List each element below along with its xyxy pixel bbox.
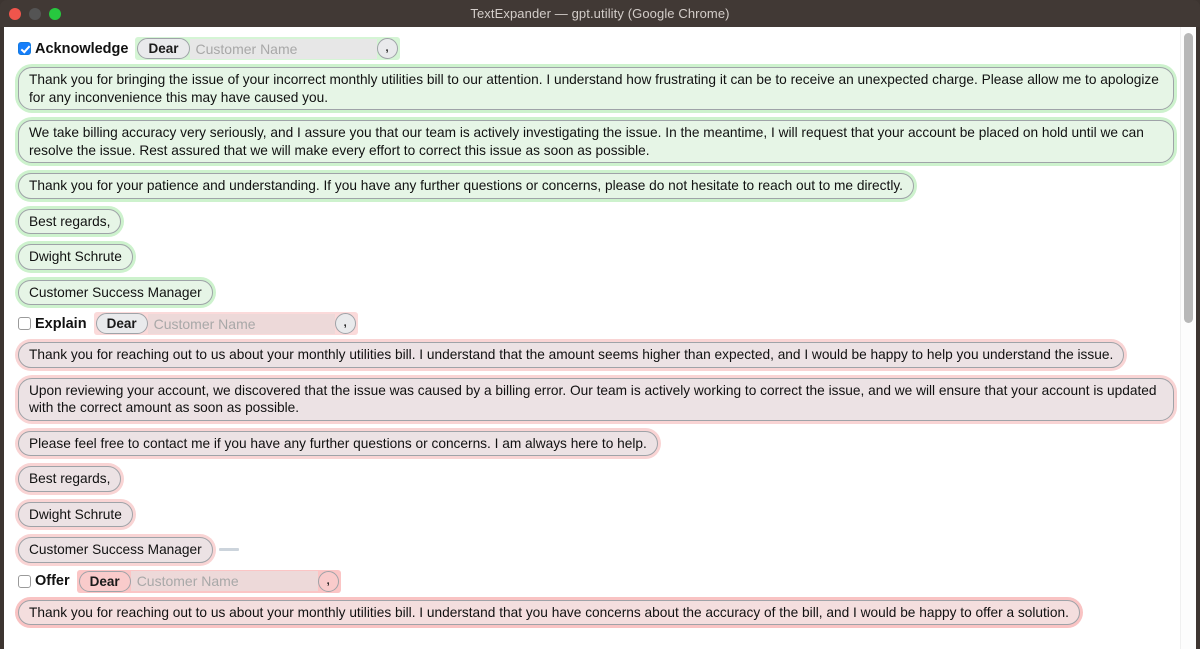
snippet-label-offer: Offer — [35, 573, 70, 589]
salutation-row-offer: Dear Customer Name, — [76, 569, 341, 593]
customer-name-input-offer[interactable]: Customer Name — [130, 571, 318, 591]
vertical-scrollbar[interactable] — [1180, 27, 1196, 649]
paragraph-row: Customer Success Manager — [4, 275, 1196, 311]
punctuation-pill-acknowledge[interactable]: , — [376, 38, 398, 59]
window-controls[interactable] — [9, 0, 61, 27]
scrollbar-thumb[interactable] — [1184, 33, 1193, 323]
customer-name-input-explain[interactable]: Customer Name — [147, 313, 335, 334]
document-viewport: Acknowledge Dear Customer Name, Thank you f… — [4, 27, 1196, 649]
snippet-header-offer: Offer Dear Customer Name, — [4, 568, 1196, 595]
paragraph-row: Dwight Schrute — [4, 239, 1196, 275]
maximize-window-button[interactable] — [49, 7, 61, 20]
snippet-paragraph[interactable]: Customer Success Manager — [18, 279, 213, 305]
snippet-paragraph[interactable]: Thank you for reaching out to us about y… — [18, 599, 1080, 625]
salutation-row-explain: Dear Customer Name, — [93, 312, 358, 335]
app-window: TextExpander — gpt.utility (Google Chrom… — [0, 0, 1200, 649]
checkbox-offer[interactable] — [18, 574, 31, 588]
separator-dash — [218, 548, 239, 552]
greeting-pill-offer[interactable]: Dear — [78, 570, 131, 592]
snippet-label-acknowledge: Acknowledge — [35, 40, 129, 57]
snippet-paragraph[interactable]: Dwight Schrute — [18, 501, 133, 527]
snippet-paragraph[interactable]: Thank you for reaching out to us about y… — [18, 342, 1125, 368]
paragraph-row: Upon reviewing your account, we discover… — [4, 373, 1196, 426]
paragraph-row: Please feel free to contact me if you ha… — [4, 426, 1196, 462]
checkbox-explain[interactable] — [18, 317, 31, 330]
minimize-window-button[interactable] — [29, 7, 41, 20]
snippet-paragraph[interactable]: Thank you for your patience and understa… — [18, 173, 914, 199]
paragraph-row: Thank you for reaching out to us about y… — [4, 337, 1196, 373]
paragraph-row: Thank you for reaching out to us about y… — [4, 595, 1196, 631]
snippet-header-acknowledge: Acknowledge Dear Customer Name, — [4, 35, 1196, 62]
paragraph-row: Dwight Schrute — [4, 497, 1196, 533]
paragraph-row: Thank you for bringing the issue of your… — [4, 62, 1196, 115]
checkbox-acknowledge[interactable] — [18, 42, 31, 55]
snippet-paragraph[interactable]: Dwight Schrute — [18, 244, 133, 270]
paragraph-row: Customer Success Manager — [4, 532, 1196, 568]
snippet-paragraph[interactable]: Thank you for bringing the issue of your… — [18, 67, 1174, 110]
paragraph-row: Best regards, — [4, 204, 1196, 240]
snippet-header-explain: Explain Dear Customer Name, — [4, 310, 1196, 337]
greeting-pill-acknowledge[interactable]: Dear — [137, 38, 190, 59]
paragraph-row: Thank you for your patience and understa… — [4, 168, 1196, 204]
customer-name-input-acknowledge[interactable]: Customer Name — [189, 38, 377, 59]
paragraph-row: Best regards, — [4, 461, 1196, 497]
window-title: TextExpander — gpt.utility (Google Chrom… — [470, 6, 730, 21]
punctuation-pill-explain[interactable]: , — [334, 313, 356, 334]
paragraph-row: We take billing accuracy very seriously,… — [4, 115, 1196, 168]
snippet-paragraph[interactable]: Best regards, — [18, 208, 122, 234]
greeting-pill-explain[interactable]: Dear — [95, 313, 148, 334]
snippet-paragraph[interactable]: Upon reviewing your account, we discover… — [18, 377, 1174, 421]
punctuation-pill-offer[interactable]: , — [317, 570, 339, 592]
salutation-row-acknowledge: Dear Customer Name, — [135, 37, 400, 60]
close-window-button[interactable] — [9, 7, 21, 20]
snippet-label-explain: Explain — [35, 315, 87, 332]
snippet-paragraph[interactable]: We take billing accuracy very seriously,… — [18, 120, 1174, 163]
snippet-paragraph[interactable]: Best regards, — [18, 466, 122, 492]
snippet-paragraph[interactable]: Please feel free to contact me if you ha… — [18, 430, 658, 456]
snippet-list: Acknowledge Dear Customer Name, Thank you f… — [4, 27, 1196, 630]
title-bar: TextExpander — gpt.utility (Google Chrom… — [0, 0, 1200, 27]
snippet-paragraph[interactable]: Customer Success Manager — [18, 537, 213, 563]
